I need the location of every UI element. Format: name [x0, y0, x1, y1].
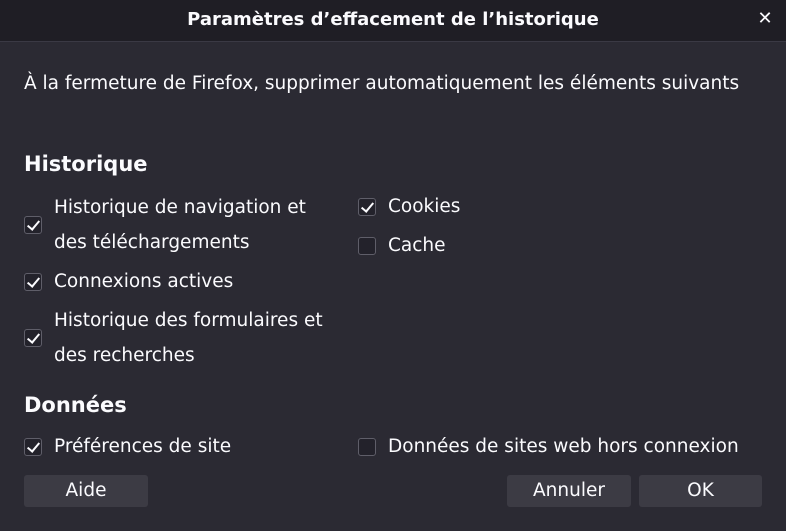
- data-heading: Données: [24, 393, 127, 417]
- close-icon[interactable]: ✕: [754, 8, 776, 30]
- active-logins-check-icon[interactable]: [24, 272, 42, 291]
- browsing-history-label: Historique de navigation et des téléchar…: [54, 190, 306, 260]
- clear-history-settings-dialog: Paramètres d’effacement de l’historique …: [0, 0, 786, 531]
- site-preferences-check-icon[interactable]: [24, 437, 42, 456]
- browsing-history-label-line1: Historique de navigation et: [54, 197, 306, 218]
- offline-website-data-check-icon[interactable]: [358, 437, 376, 456]
- form-search-history-label-line2: des recherches: [54, 345, 195, 366]
- cache-checkbox[interactable]: Cache: [358, 228, 446, 263]
- help-button[interactable]: Aide: [24, 475, 148, 507]
- active-logins-label: Connexions actives: [54, 271, 234, 292]
- form-search-history-label: Historique des formulaires et des recher…: [54, 303, 323, 373]
- cache-label: Cache: [388, 235, 446, 256]
- form-search-history-label-line1: Historique des formulaires et: [54, 310, 323, 331]
- cookies-label: Cookies: [388, 196, 461, 217]
- cookies-checkbox[interactable]: Cookies: [358, 189, 460, 224]
- history-heading: Historique: [24, 152, 148, 176]
- cache-check-icon[interactable]: [358, 236, 376, 255]
- form-search-history-check-icon[interactable]: [24, 329, 42, 347]
- browsing-history-label-line2: des téléchargements: [54, 232, 250, 253]
- browsing-history-check-icon[interactable]: [24, 216, 42, 234]
- dialog-title: Paramètres d’effacement de l’historique: [187, 9, 599, 30]
- form-search-history-checkbox[interactable]: Historique des formulaires et des recher…: [24, 303, 323, 373]
- dialog-description: À la fermeture de Firefox, supprimer aut…: [24, 73, 740, 94]
- titlebar: Paramètres d’effacement de l’historique …: [0, 0, 786, 42]
- ok-button[interactable]: OK: [639, 475, 762, 507]
- offline-website-data-checkbox[interactable]: Données de sites web hors connexion: [358, 429, 739, 464]
- offline-website-data-label: Données de sites web hors connexion: [388, 436, 739, 457]
- cookies-check-icon[interactable]: [358, 197, 376, 216]
- site-preferences-label: Préférences de site: [54, 436, 232, 457]
- cancel-button[interactable]: Annuler: [507, 475, 631, 507]
- active-logins-checkbox[interactable]: Connexions actives: [24, 264, 233, 299]
- site-preferences-checkbox[interactable]: Préférences de site: [24, 429, 231, 464]
- browsing-history-checkbox[interactable]: Historique de navigation et des téléchar…: [24, 190, 306, 260]
